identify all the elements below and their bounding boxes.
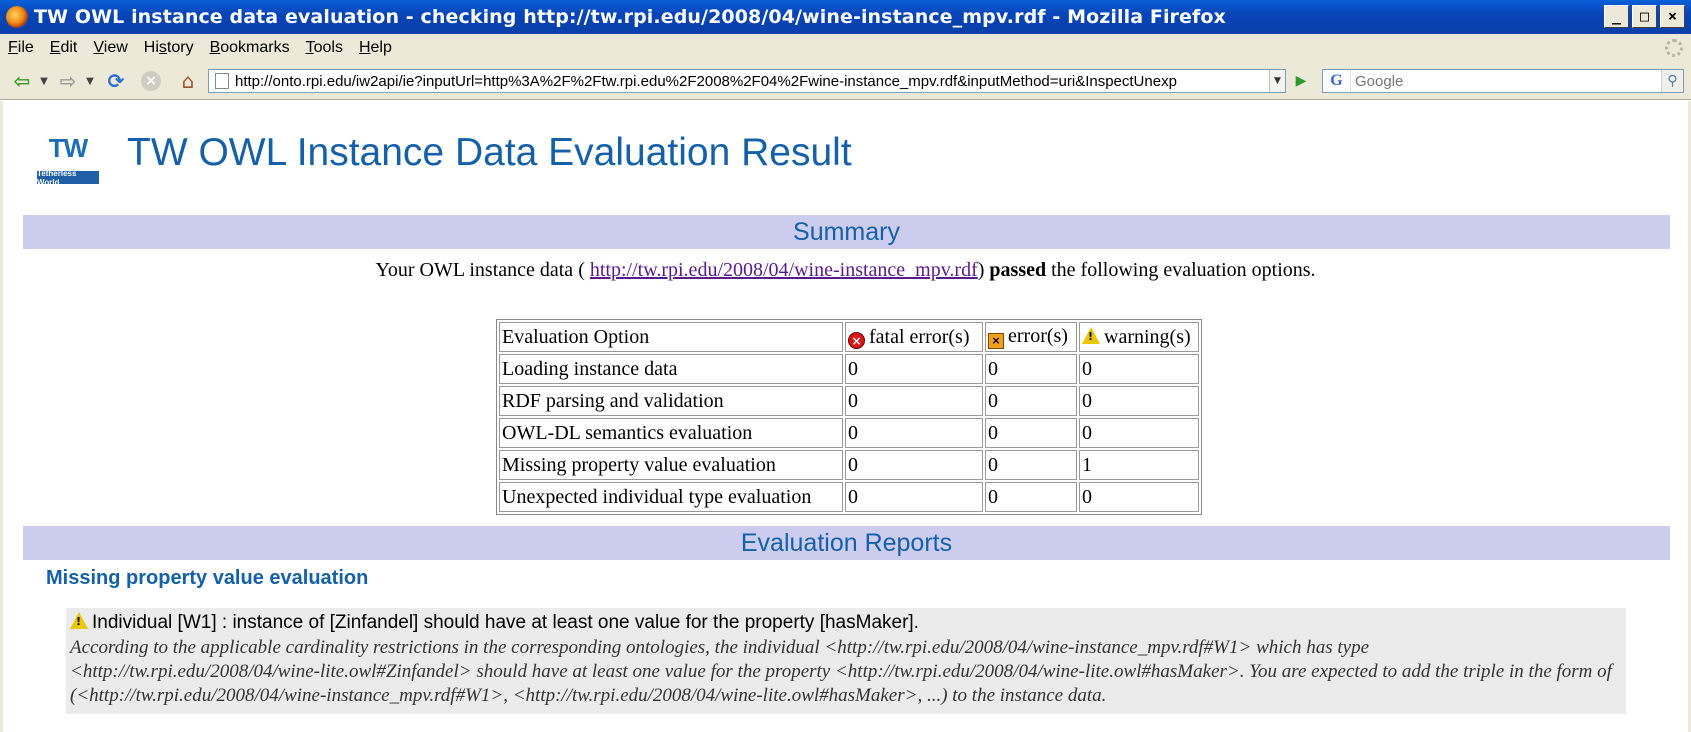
row-option: RDF parsing and validation	[499, 386, 843, 416]
fatal-error-icon: ×	[848, 331, 865, 349]
warning-icon	[70, 612, 88, 629]
back-dropdown-icon[interactable]: ▼	[38, 69, 50, 93]
report-message: Individual [W1] : instance of [Zinfandel…	[70, 612, 1622, 634]
row-warning: 0	[1079, 354, 1199, 384]
menu-view[interactable]: View	[93, 39, 127, 57]
table-header-row: Evaluation Option × fatal error(s) × error…	[499, 322, 1199, 352]
magnifier-icon[interactable]: ⚲	[1661, 70, 1683, 92]
row-error: 0	[985, 386, 1077, 416]
stop-icon[interactable]: ×	[138, 69, 164, 93]
header-evaluation-option: Evaluation Option	[499, 322, 843, 352]
table-row: OWL-DL semantics evaluation 0 0 0	[499, 418, 1199, 448]
summary-text: Your OWL instance data ( http://tw.rpi.e…	[3, 259, 1688, 282]
report-section-heading: Missing property value evaluation	[46, 567, 369, 589]
forward-dropdown-icon[interactable]: ▼	[84, 69, 96, 93]
table-row: Loading instance data 0 0 0	[499, 354, 1199, 384]
firefox-icon	[6, 6, 28, 28]
menu-help[interactable]: Help	[359, 39, 392, 57]
reload-icon[interactable]: ⟳	[102, 69, 130, 93]
window-controls: _ □ ×	[1604, 5, 1685, 28]
report-detail: According to the applicable cardinality …	[70, 637, 1612, 706]
close-button[interactable]: ×	[1660, 5, 1685, 28]
row-error: 0	[985, 354, 1077, 384]
report-entry: Individual [W1] : instance of [Zinfandel…	[66, 608, 1626, 714]
window-title-bar[interactable]: TW OWL instance data evaluation - checki…	[0, 0, 1691, 34]
row-fatal: 0	[845, 482, 983, 512]
row-fatal: 0	[845, 450, 983, 480]
row-error: 0	[985, 418, 1077, 448]
home-icon[interactable]: ⌂	[174, 69, 202, 93]
row-warning: 1	[1079, 450, 1199, 480]
page-content: TW Tetherless World TW OWL Instance Data…	[0, 101, 1691, 732]
summary-heading: Summary	[23, 215, 1670, 249]
minimize-button[interactable]: _	[1604, 5, 1629, 28]
row-warning: 0	[1079, 386, 1199, 416]
menu-bookmarks[interactable]: Bookmarks	[210, 39, 290, 57]
logo-mark: TW	[48, 133, 88, 163]
row-option: Unexpected individual type evaluation	[499, 482, 843, 512]
tetherless-world-logo: TW Tetherless World	[35, 131, 101, 187]
back-arrow-icon[interactable]: ⇦	[8, 69, 36, 93]
row-error: 0	[985, 450, 1077, 480]
page-title: TW OWL Instance Data Evaluation Result	[127, 131, 852, 174]
throbber-icon	[1665, 39, 1683, 57]
url-history-dropdown-icon[interactable]: ▼	[1269, 70, 1285, 92]
menu-bar: File Edit View History Bookmarks Tools H…	[0, 34, 1691, 62]
header-fatal-errors: × fatal error(s)	[845, 322, 983, 352]
summary-suffix: the following evaluation options.	[1051, 259, 1316, 281]
menu-history[interactable]: History	[144, 39, 194, 57]
instance-data-link[interactable]: http://tw.rpi.edu/2008/04/wine-instance_…	[590, 259, 978, 281]
header-errors: × error(s)	[985, 322, 1077, 352]
go-arrow-icon[interactable]: ▶	[1290, 71, 1312, 91]
row-fatal: 0	[845, 418, 983, 448]
error-icon: ×	[988, 333, 1004, 349]
row-fatal: 0	[845, 354, 983, 384]
evaluation-table: Evaluation Option × fatal error(s) × error…	[496, 319, 1202, 515]
page-icon	[215, 73, 229, 89]
row-option: OWL-DL semantics evaluation	[499, 418, 843, 448]
table-row: Unexpected individual type evaluation 0 …	[499, 482, 1199, 512]
header-warnings: warning(s)	[1079, 322, 1199, 352]
google-icon[interactable]: G	[1323, 70, 1351, 92]
table-row: RDF parsing and validation 0 0 0	[499, 386, 1199, 416]
row-warning: 0	[1079, 418, 1199, 448]
row-option: Loading instance data	[499, 354, 843, 384]
summary-status: passed	[989, 259, 1047, 281]
menu-edit[interactable]: Edit	[50, 39, 78, 57]
row-warning: 0	[1079, 482, 1199, 512]
window-title: TW OWL instance data evaluation - checki…	[34, 6, 1226, 28]
menu-tools[interactable]: Tools	[306, 39, 343, 57]
menu-file[interactable]: File	[8, 39, 34, 57]
search-bar[interactable]: G ⚲	[1322, 69, 1684, 93]
row-error: 0	[985, 482, 1077, 512]
url-input[interactable]	[235, 70, 1269, 92]
summary-close-paren: )	[977, 259, 985, 281]
summary-prefix: Your OWL instance data (	[375, 259, 585, 281]
navigation-toolbar: ⇦ ▼ ⇨ ▼ ⟳ × ⌂ ▼ ▶ G ⚲	[0, 62, 1691, 100]
evaluation-reports-heading: Evaluation Reports	[23, 526, 1670, 560]
search-input[interactable]	[1351, 70, 1661, 92]
address-bar[interactable]: ▼	[208, 69, 1286, 93]
table-row: Missing property value evaluation 0 0 1	[499, 450, 1199, 480]
forward-arrow-icon[interactable]: ⇨	[54, 69, 82, 93]
warning-icon	[1082, 326, 1100, 344]
row-option: Missing property value evaluation	[499, 450, 843, 480]
logo-caption: Tetherless World	[37, 169, 99, 187]
maximize-button[interactable]: □	[1632, 5, 1657, 28]
row-fatal: 0	[845, 386, 983, 416]
